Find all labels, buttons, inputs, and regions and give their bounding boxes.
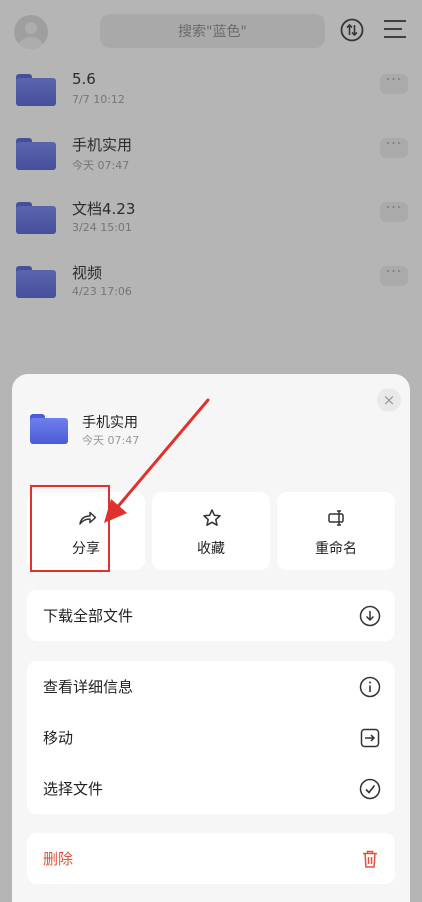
options-group: 查看详细信息 移动 选择文件: [27, 661, 395, 814]
details-label: 查看详细信息: [43, 678, 134, 696]
favorite-label: 收藏: [197, 541, 225, 557]
download-group: 下载全部文件: [27, 590, 395, 641]
download-all-label: 下载全部文件: [43, 607, 134, 625]
info-icon: [359, 676, 381, 698]
share-highlight-box: [30, 485, 110, 572]
details-button[interactable]: 查看详细信息: [27, 661, 395, 712]
folder-icon: [30, 414, 68, 444]
delete-label: 删除: [43, 850, 74, 868]
download-icon: [359, 605, 381, 627]
favorite-button[interactable]: 收藏: [152, 492, 270, 570]
trash-icon: [363, 850, 377, 868]
selected-folder-name: 手机实用: [82, 415, 138, 431]
move-button[interactable]: 移动: [27, 712, 395, 763]
selected-folder-time: 今天 07:47: [82, 434, 140, 447]
rename-label: 重命名: [315, 541, 357, 557]
close-button[interactable]: ×: [377, 388, 401, 412]
action-sheet: × 手机实用 今天 07:47 分享 收藏 重命名 下载全部文件 查看详细信息 …: [12, 374, 410, 902]
download-all-button[interactable]: 下载全部文件: [27, 590, 395, 641]
rename-icon: [328, 510, 344, 526]
select-files-button[interactable]: 选择文件: [27, 763, 395, 814]
select-files-label: 选择文件: [43, 780, 104, 798]
star-icon: [203, 509, 221, 526]
move-icon: [360, 728, 380, 748]
rename-button[interactable]: 重命名: [277, 492, 395, 570]
check-icon: [359, 778, 381, 800]
move-label: 移动: [43, 729, 74, 747]
delete-group: 删除: [27, 833, 395, 884]
delete-button[interactable]: 删除: [27, 833, 395, 884]
